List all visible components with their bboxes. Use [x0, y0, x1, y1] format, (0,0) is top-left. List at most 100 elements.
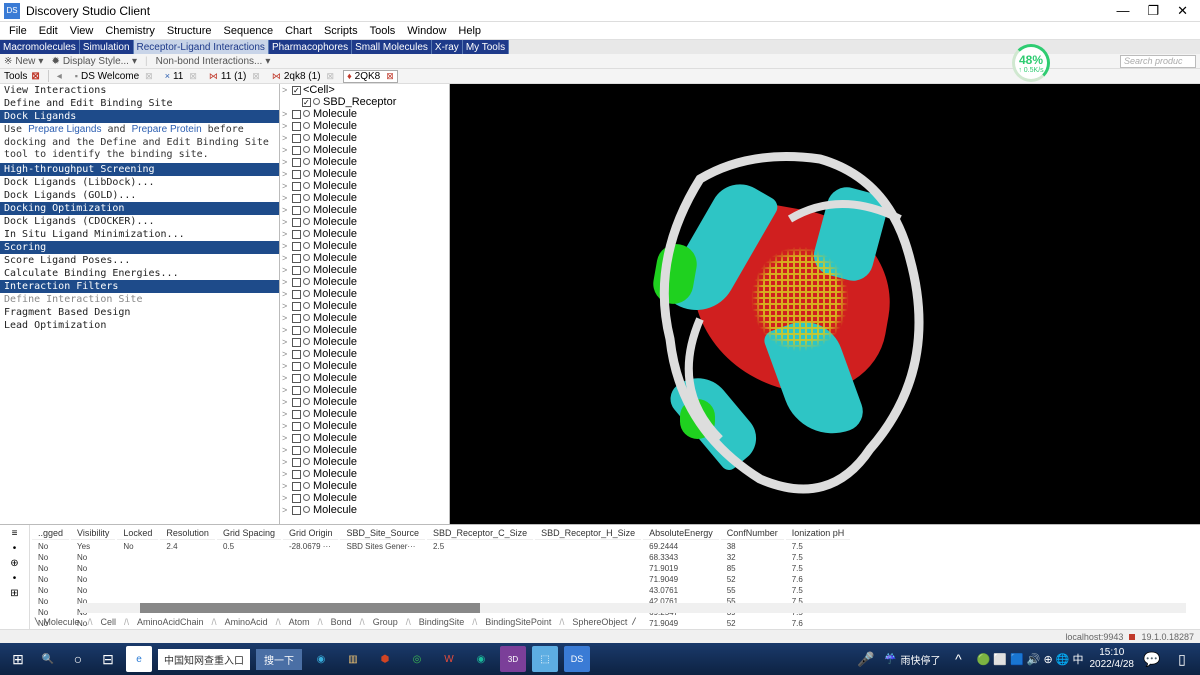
tree-row[interactable]: >Molecule [280, 180, 449, 192]
table-row[interactable]: NoNo43.0761557.5 [32, 586, 850, 595]
sheet-tab[interactable]: Bond [327, 617, 356, 627]
tree-checkbox[interactable] [292, 338, 301, 347]
menu-help[interactable]: Help [453, 25, 486, 37]
tree-expand-icon[interactable]: > [282, 289, 290, 299]
tree-row[interactable]: >Molecule [280, 372, 449, 384]
sheet-tab[interactable]: Molecule [39, 617, 83, 627]
tree-expand-icon[interactable]: > [282, 277, 290, 287]
tree-checkbox[interactable] [292, 422, 301, 431]
tree-row[interactable]: >Molecule [280, 480, 449, 492]
menu-edit[interactable]: Edit [34, 25, 63, 37]
tree-expand-icon[interactable]: > [282, 361, 290, 371]
tree-expand-icon[interactable]: > [282, 445, 290, 455]
sheet-tab[interactable]: Atom [285, 617, 314, 627]
tree-checkbox[interactable] [292, 482, 301, 491]
column-header[interactable]: SBD_Receptor_H_Size [535, 527, 641, 540]
close-tab-icon[interactable]: ⊠ [189, 71, 197, 82]
tree-checkbox[interactable] [292, 266, 301, 275]
tree-row[interactable]: >Molecule [280, 468, 449, 480]
tree-checkbox[interactable] [292, 506, 301, 515]
data-table[interactable]: ..ggedVisibilityLockedResolutionGrid Spa… [30, 525, 852, 629]
tree-checkbox[interactable] [292, 158, 301, 167]
molecule-viewer[interactable] [450, 84, 1200, 524]
table-row[interactable]: NoNo71.9019857.5 [32, 564, 850, 573]
column-header[interactable]: Visibility [71, 527, 115, 540]
data-sheet-tabs[interactable]: \ Molecule /\ Cell /\ AminoAcidChain /\ … [30, 615, 1200, 629]
tree-expand-icon[interactable]: > [282, 109, 290, 119]
column-header[interactable]: ConfNumber [721, 527, 784, 540]
task-view-icon[interactable]: ⊟ [96, 647, 120, 671]
panel-item[interactable]: In Situ Ligand Minimization... [0, 228, 279, 241]
nonbond-button[interactable]: Non-bond Interactions... ▾ [156, 56, 271, 67]
tree-expand-icon[interactable]: > [282, 469, 290, 479]
search-input[interactable]: Search produc [1120, 55, 1196, 68]
start-button[interactable]: ⊞ [6, 647, 30, 671]
ribbon-tab[interactable]: Macromolecules [0, 40, 80, 54]
tree-expand-icon[interactable]: > [282, 397, 290, 407]
tree-row[interactable]: >Molecule [280, 396, 449, 408]
column-header[interactable]: SBD_Site_Source [340, 527, 425, 540]
tree-row[interactable]: >Molecule [280, 120, 449, 132]
tree-row[interactable]: >Molecule [280, 156, 449, 168]
tree-row[interactable]: >Molecule [280, 228, 449, 240]
tree-checkbox[interactable] [292, 254, 301, 263]
tree-row[interactable]: >Molecule [280, 144, 449, 156]
menu-tools[interactable]: Tools [365, 25, 401, 37]
tree-expand-icon[interactable]: > [282, 433, 290, 443]
tree-checkbox[interactable] [292, 86, 301, 95]
tree-expand-icon[interactable]: > [282, 337, 290, 347]
tree-expand-icon[interactable]: > [282, 349, 290, 359]
tree-expand-icon[interactable]: > [282, 121, 290, 131]
app-icon-3d[interactable]: 3D [500, 646, 526, 672]
table-row[interactable]: NoNo71.9049527.6 [32, 575, 850, 584]
sheet-tab[interactable]: Cell [96, 617, 120, 627]
tray-icons[interactable]: 🟢 ⬜ 🟦 🔊 ⊕ 🌐 中 [976, 651, 1083, 667]
tree-expand-icon[interactable]: > [282, 373, 290, 383]
tree-checkbox[interactable] [292, 410, 301, 419]
close-tab-icon[interactable]: ⊠ [145, 71, 153, 82]
ds-app-icon[interactable]: DS [564, 646, 590, 672]
minimize-button[interactable]: — [1116, 3, 1129, 19]
close-tab-icon[interactable]: ⊠ [386, 71, 394, 82]
notifications-icon[interactable]: 💬 [1140, 647, 1164, 671]
tree-checkbox[interactable] [292, 122, 301, 131]
panel-item[interactable]: Score Ligand Poses... [0, 254, 279, 267]
tree-row[interactable]: >Molecule [280, 432, 449, 444]
tree-expand-icon[interactable]: > [282, 181, 290, 191]
edge-icon[interactable]: ◉ [308, 646, 334, 672]
close-tab-icon[interactable]: ⊠ [327, 71, 335, 82]
tree-expand-icon[interactable]: > [282, 301, 290, 311]
tree-row[interactable]: SBD_Receptor [280, 96, 449, 108]
tree-row[interactable]: >Molecule [280, 192, 449, 204]
mic-icon[interactable]: 🎤 [854, 647, 878, 671]
tree-row[interactable]: >Molecule [280, 168, 449, 180]
app-icon-green[interactable]: ◉ [468, 646, 494, 672]
tools-close-icon[interactable]: ⊠ [31, 71, 39, 82]
panel-item[interactable]: Dock Ligands (GOLD)... [0, 189, 279, 202]
tree-expand-icon[interactable]: > [282, 145, 290, 155]
tree-checkbox[interactable] [292, 218, 301, 227]
tree-expand-icon[interactable]: > [282, 133, 290, 143]
windows-taskbar[interactable]: ⊞ 🔍 ○ ⊟ e 中国知网查重入口 搜一下 ◉ ▥ ⬢ ◎ W ◉ 3D ⬚ … [0, 643, 1200, 675]
ribbon-tab[interactable]: Receptor-Ligand Interactions [134, 40, 269, 54]
tree-row[interactable]: >Molecule [280, 216, 449, 228]
tree-checkbox[interactable] [292, 314, 301, 323]
ie-icon[interactable]: e [126, 646, 152, 672]
tree-row[interactable]: >Molecule [280, 108, 449, 120]
ribbon-tab[interactable]: X-ray [432, 40, 463, 54]
ribbon-tab[interactable]: Simulation [80, 40, 134, 54]
tree-row[interactable]: >Molecule [280, 288, 449, 300]
tree-row[interactable]: ><Cell> [280, 84, 449, 96]
tree-checkbox[interactable] [292, 434, 301, 443]
weather-widget[interactable]: ☔ 雨快停了 [884, 652, 940, 667]
tree-expand-icon[interactable]: > [282, 157, 290, 167]
column-header[interactable]: AbsoluteEnergy [643, 527, 719, 540]
sheet-tab[interactable]: AminoAcidChain [133, 617, 208, 627]
document-tab[interactable]: ⋈2qk8 (1)⊠ [269, 70, 337, 83]
tree-row[interactable]: >Molecule [280, 132, 449, 144]
cortana-icon[interactable]: ○ [66, 647, 90, 671]
tray-expand-icon[interactable]: ^ [946, 647, 970, 671]
sheet-tab[interactable]: AminoAcid [221, 617, 272, 627]
tree-checkbox[interactable] [292, 302, 301, 311]
tree-checkbox[interactable] [292, 242, 301, 251]
